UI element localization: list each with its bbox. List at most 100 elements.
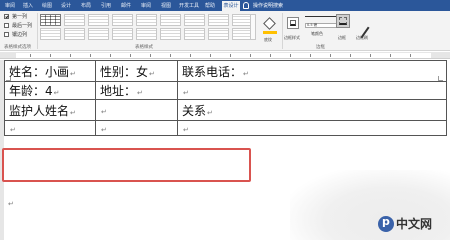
table-row: 年龄：4↵ 地址：↵ ↵ xyxy=(4,81,447,100)
group-divider xyxy=(282,13,283,49)
cell-end-mark: ↵ xyxy=(101,126,107,134)
option-banded-columns[interactable]: 镶边列 xyxy=(4,32,27,38)
ruler-tick xyxy=(370,54,371,57)
table-cell[interactable]: ↵ xyxy=(177,120,447,136)
tab-design[interactable]: 设计 xyxy=(58,1,74,11)
table-cell[interactable]: ↵ xyxy=(95,99,178,121)
table-style-swatch[interactable] xyxy=(88,14,109,26)
cell-end-mark: ↵ xyxy=(137,89,143,97)
cell-end-mark: ↵ xyxy=(70,69,76,78)
table-style-swatch[interactable] xyxy=(136,28,157,40)
table-cell[interactable]: 监护人姓名↵ xyxy=(4,99,96,121)
table-styles-gallery[interactable] xyxy=(40,14,258,40)
group-divider xyxy=(37,13,38,49)
ruler-tick xyxy=(50,54,51,57)
tell-me-label: 操作说明搜索 xyxy=(253,3,284,9)
group-label-style-options: 表格样式选项 xyxy=(4,45,31,50)
shading-color-bar xyxy=(263,31,277,34)
border-styles-button[interactable] xyxy=(287,17,299,29)
line-weight-value: 0.5 磅 xyxy=(307,23,318,27)
tab-help[interactable]: 帮助 xyxy=(202,1,218,11)
checkbox-checked-icon[interactable] xyxy=(4,14,9,19)
cell-text: 联系电话： xyxy=(182,64,243,79)
option-first-column[interactable]: 第一列 xyxy=(4,14,27,20)
table-style-swatch[interactable] xyxy=(40,14,61,26)
table-style-swatch[interactable] xyxy=(112,14,133,26)
table-style-swatch[interactable] xyxy=(160,28,181,40)
ruler-tick xyxy=(230,54,231,57)
table-cell[interactable]: 年龄：4↵ xyxy=(4,81,96,100)
php-logo-icon xyxy=(378,215,394,232)
paint-bucket-icon xyxy=(263,17,276,30)
ruler-tick xyxy=(250,54,251,57)
ruler-tick xyxy=(150,54,151,57)
table-style-swatch[interactable] xyxy=(208,14,229,26)
ruler-tick xyxy=(410,54,411,57)
tab-view[interactable]: 视图 xyxy=(158,1,174,11)
tab-references[interactable]: 引用 xyxy=(98,1,114,11)
shading-button[interactable] xyxy=(263,17,277,35)
shading-label: 底纹 xyxy=(264,37,272,42)
tab-table-design[interactable]: 表设计 xyxy=(222,1,240,11)
table-cell[interactable]: 性别：女↵ xyxy=(95,60,178,82)
table-cell[interactable]: ↵ xyxy=(4,120,96,136)
ruler-tick xyxy=(330,54,331,57)
cell-end-mark: ↵ xyxy=(183,88,189,97)
table-style-swatch[interactable] xyxy=(136,14,157,26)
cell-end-mark: ↵ xyxy=(70,108,76,117)
table-cell[interactable]: 关系↵ xyxy=(177,99,447,121)
borders-button[interactable] xyxy=(336,14,350,28)
tab-layout[interactable]: 布局 xyxy=(78,1,94,11)
ruler-tick xyxy=(270,54,271,57)
table-style-swatch[interactable] xyxy=(160,14,181,26)
table-cell[interactable]: 姓名：小画↵ xyxy=(4,60,96,82)
ruler-tick xyxy=(170,54,171,57)
table-cell[interactable]: ↵ xyxy=(177,81,447,100)
cell-text: 关系 xyxy=(182,103,207,118)
cell-end-mark: ↵ xyxy=(207,108,213,117)
option-last-column[interactable]: 最后一列 xyxy=(4,23,32,29)
info-table[interactable]: 姓名：小画↵ 性别：女↵ 联系电话：↵ 年龄：4↵ 地址：↵ ↵ 监护人姓名↵ … xyxy=(4,60,447,136)
ruler-tick xyxy=(350,54,351,57)
ruler-tick xyxy=(30,54,31,57)
checkbox-icon[interactable] xyxy=(4,23,9,28)
group-label-borders: 边框 xyxy=(316,45,325,50)
table-style-swatch[interactable] xyxy=(64,14,85,26)
table-cell[interactable]: 地址：↵ xyxy=(95,81,178,100)
checkbox-icon[interactable] xyxy=(4,32,9,37)
ruler-tick xyxy=(210,54,211,57)
highlight-annotation-box xyxy=(2,148,251,182)
option-last-column-label: 最后一列 xyxy=(12,23,33,29)
table-style-swatch[interactable] xyxy=(64,28,85,40)
lightbulb-icon xyxy=(243,2,249,9)
gallery-more-button[interactable] xyxy=(250,14,256,40)
border-styles-label: 边框样式 xyxy=(284,35,300,40)
cell-text: 地址： xyxy=(100,84,137,98)
table-style-swatch[interactable] xyxy=(184,28,205,40)
border-painter-label: 边框刷 xyxy=(356,35,368,40)
group-label-table-styles: 表格样式 xyxy=(135,45,153,50)
cell-end-mark: ↵ xyxy=(183,126,189,134)
watermark: 中文网 xyxy=(290,170,450,240)
table-style-swatch[interactable] xyxy=(88,28,109,40)
table-style-swatch[interactable] xyxy=(208,28,229,40)
tab-insert[interactable]: 插入 xyxy=(20,1,36,11)
ruler-text-area xyxy=(16,53,431,58)
pen-color-label[interactable]: 笔颜色 xyxy=(311,31,323,37)
tab-review[interactable]: 审阅 xyxy=(138,1,154,11)
tell-me-search[interactable]: 操作说明搜索 xyxy=(243,1,283,11)
table-row: 监护人姓名↵ ↵ 关系↵ xyxy=(4,99,447,121)
tab-draw[interactable]: 绘图 xyxy=(39,1,55,11)
tab-mailings[interactable]: 邮件 xyxy=(118,1,134,11)
table-style-swatch[interactable] xyxy=(184,14,205,26)
horizontal-ruler[interactable] xyxy=(0,52,450,59)
ruler-tick xyxy=(310,54,311,57)
cell-text: 监护人姓名 xyxy=(9,103,70,118)
table-cell[interactable]: 联系电话：↵ xyxy=(177,60,447,82)
table-cell[interactable]: ↵ xyxy=(95,120,178,136)
tab-developer[interactable]: 开发工具 xyxy=(178,1,200,11)
table-style-swatch[interactable] xyxy=(112,28,133,40)
table-style-swatch[interactable] xyxy=(40,28,61,40)
ruler-tick xyxy=(90,54,91,57)
tab-review-left[interactable]: 审阅 xyxy=(2,1,18,11)
